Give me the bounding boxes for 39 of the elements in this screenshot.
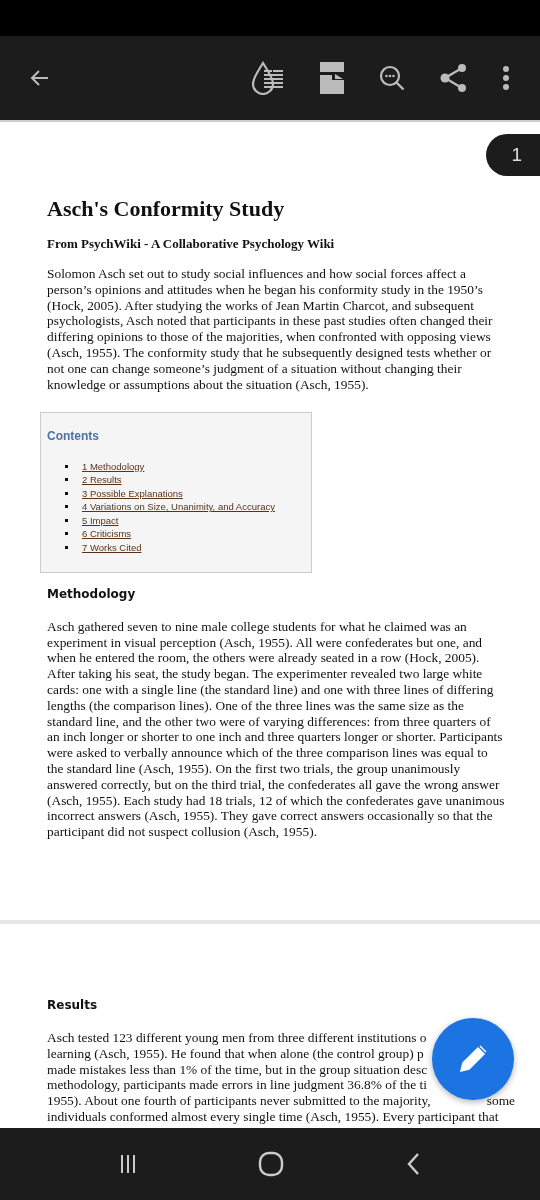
paragraph-line: individuals conformed almost every single time (Asch, 1955). Every participant that (47, 1109, 499, 1125)
contents-heading: Contents (47, 429, 100, 444)
bullet-icon (65, 532, 68, 536)
contents-link[interactable]: 1 Methodology (82, 460, 145, 472)
document-subtitle: From PsychWiki - A Collaborative Psychology Wiki (47, 236, 336, 252)
edit-button[interactable] (432, 1018, 514, 1100)
contents-link[interactable]: 6 Criticisms (82, 528, 132, 540)
more-icon[interactable] (502, 65, 510, 91)
bullet-icon (65, 518, 68, 522)
droplet-icon[interactable] (250, 61, 286, 95)
paragraph-line: Asch tested 123 different young men from three different institutions o (47, 1030, 427, 1046)
pencil-icon (458, 1044, 488, 1074)
bullet-icon (65, 545, 68, 549)
section-heading: Results (47, 998, 99, 1012)
intro-paragraph: Solomon Asch set out to study social influences and how social forces affect a person’s opinions and attitudes when he began his conformity study in the 1950’s (Hock, 2005). After studying the works of Jean Martin Charcot, and subsequent psychologists, Asch noted that participants in these past studies often changed their differing opinions to those of the majorities, when confronted with opposing views (Asch, 1955). The conformity study that he subsequently designed tests whether or not one can change someone’s judgment of a situation without changing their knowledge or assumptions about the situation (Asch, 1955). (47, 266, 494, 393)
share-icon[interactable] (440, 63, 468, 93)
section-heading: Methodology (47, 586, 137, 601)
contents-link[interactable]: 2 Results (82, 474, 122, 486)
methodology-paragraph: Asch gathered seven to nine male college students for what he claimed was an experiment in visual perception (Asch, 1955). All were confederates but one, and when he entered the room, the others were already seated in a row (Hock, 2005). After taking his seat, the study began. The experimenter revealed two large white cards: one with a single line (the standard line) and one with three lines of differing lengths (the comparison lines). One of the three lines was the same size as the standard line, and the other two were of varying differences: from three quarters of an inch longer or shorter to one inch and three quarters longer or shorter. Participants were asked to verbally announce which of the three comparison lines was equal to the standard line (Asch, 1955). On the first two trials, the group unanimously answered correctly, but on the third trial, the confederates all gave the wrong answer (Asch, 1955). Each study had 18 trials, 12 of which the confederates gave unanimous incorrect answers (Asch, 1955). They gave correct answers occasionally so that the participant did not suspect collusion (Asch, 1955). (47, 618, 505, 841)
bullet-icon (65, 491, 68, 495)
back-icon[interactable] (405, 1152, 420, 1176)
search-icon[interactable] (378, 64, 406, 92)
contents-link[interactable]: 3 Possible Explanations (82, 487, 183, 499)
paragraph-line: some (486, 1093, 515, 1109)
bullet-icon (65, 505, 68, 509)
paragraph-line: made mistakes less than 1% of the time, but in the group situation desc (47, 1061, 428, 1078)
recent-apps-icon[interactable] (120, 1154, 137, 1174)
bullet-icon (65, 464, 68, 468)
page-icon[interactable] (320, 62, 344, 94)
contents-link[interactable]: 4 Variations on Size, Unanimity, and Accuracy (82, 501, 275, 513)
document-title: Asch's Conformity Study (47, 196, 286, 222)
home-icon[interactable] (257, 1150, 285, 1178)
contents-link[interactable]: 5 Impact (82, 514, 119, 526)
paragraph-line: methodology, participants made errors in line judgment 36.8% of the ti (47, 1077, 427, 1094)
page-number-badge: 1 (486, 134, 540, 176)
contents-link[interactable]: 7 Works Cited (82, 541, 142, 553)
paragraph-line: 1955). About one fourth of participants never submitted to the majority, (47, 1093, 431, 1109)
paragraph-line: learning (Asch, 1955). He found that when alone (the control group) p (47, 1045, 424, 1062)
bullet-icon (65, 478, 68, 482)
